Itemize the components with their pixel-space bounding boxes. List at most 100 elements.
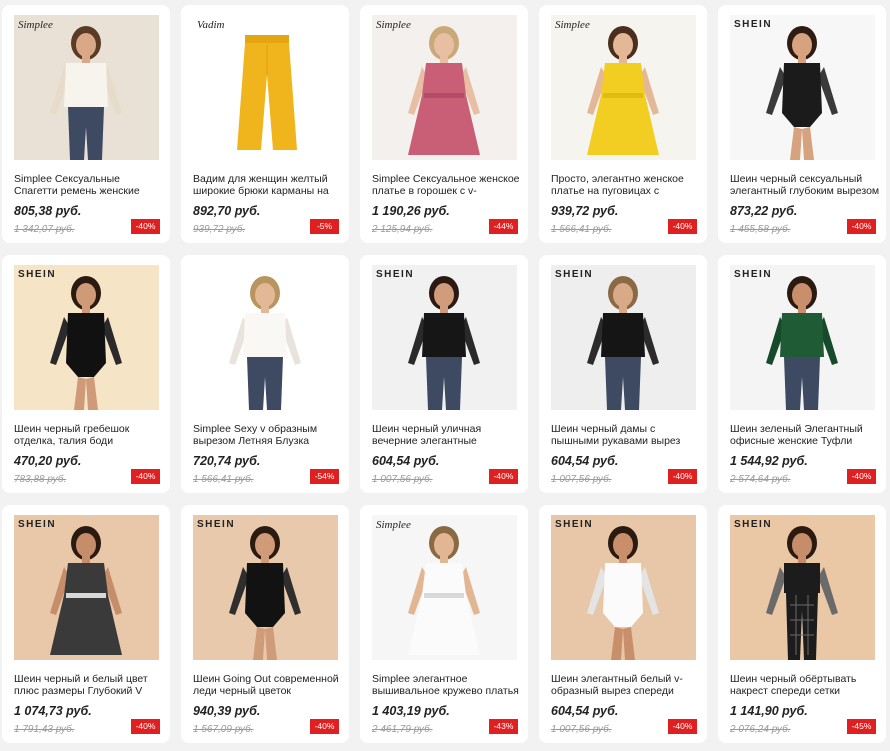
product-card[interactable]: SHEIN Шеин элегантный белый v-образный вы… — [539, 505, 707, 743]
product-image[interactable]: SHEIN — [730, 515, 875, 660]
discount-badge: -40% — [668, 719, 697, 734]
old-price: 1 007,56 руб. — [372, 474, 433, 485]
product-price: 1 544,92 руб. — [730, 454, 808, 468]
old-price: 783,88 руб. — [14, 474, 67, 485]
product-image[interactable]: SHEIN — [730, 265, 875, 410]
product-price: 939,72 руб. — [551, 204, 619, 218]
product-card[interactable]: Vadim Вадим для женщин желтый широкие брю… — [181, 5, 349, 243]
brand-logo: SHEIN — [555, 269, 594, 280]
product-card[interactable]: Simplee Simplee элегантное вышивальное кр… — [360, 505, 528, 743]
product-title[interactable]: Шеин черный уличная вечерние элегантные — [372, 423, 522, 447]
product-card[interactable]: SHEIN Шеин черный гребешок отделка, талия… — [2, 255, 170, 493]
product-image[interactable]: SHEIN — [193, 515, 338, 660]
brand-logo: Simplee — [555, 19, 590, 31]
old-price: 2 125,94 руб. — [372, 224, 433, 235]
discount-badge: -40% — [131, 469, 160, 484]
product-image[interactable]: SHEIN — [14, 515, 159, 660]
old-price: 2 461,79 руб. — [372, 724, 433, 735]
product-title[interactable]: Шеин Going Out современной леди черный ц… — [193, 673, 343, 697]
old-price: 1 791,43 руб. — [14, 724, 75, 735]
discount-badge: -5% — [310, 219, 339, 234]
brand-logo: SHEIN — [18, 269, 57, 280]
brand-logo: SHEIN — [555, 519, 594, 530]
old-price: 2 574,64 руб. — [730, 474, 791, 485]
product-card[interactable]: SHEIN Шеин черный уличная вечерние элеган… — [360, 255, 528, 493]
product-title[interactable]: Simplee Сексуальное женское платье в гор… — [372, 173, 522, 197]
product-card[interactable]: SHEIN Шеин черный обёртывать накрест спер… — [718, 505, 886, 743]
product-image[interactable]: SHEIN — [14, 265, 159, 410]
product-title[interactable]: Simplee элегантное вышивальное кружево п… — [372, 673, 522, 697]
product-price: 604,54 руб. — [551, 704, 619, 718]
discount-badge: -54% — [310, 469, 339, 484]
product-title[interactable]: Шеин черный гребешок отделка, талия боди — [14, 423, 164, 447]
old-price: 1 007,56 руб. — [551, 474, 612, 485]
brand-logo: SHEIN — [376, 269, 415, 280]
product-card[interactable]: SHEIN Шеин черный и белый цвет плюс разме… — [2, 505, 170, 743]
product-price: 604,54 руб. — [551, 454, 619, 468]
product-image[interactable]: SHEIN — [551, 515, 696, 660]
product-price: 1 074,73 руб. — [14, 704, 92, 718]
product-image[interactable]: Vadim — [193, 15, 338, 160]
product-title[interactable]: Шеин черный обёртывать накрест спереди с… — [730, 673, 880, 697]
product-price: 720,74 руб. — [193, 454, 261, 468]
discount-badge: -43% — [489, 719, 518, 734]
old-price: 1 567,09 руб. — [193, 724, 254, 735]
product-title[interactable]: Simplee Sexy v образным вырезом Летняя Б… — [193, 423, 343, 447]
discount-badge: -40% — [847, 469, 876, 484]
old-price: 2 076,24 руб. — [730, 724, 791, 735]
brand-logo: SHEIN — [734, 269, 773, 280]
product-image[interactable]: Simplee — [551, 15, 696, 160]
product-card[interactable]: Simplee Просто, элегантно женское платье … — [539, 5, 707, 243]
discount-badge: -40% — [310, 719, 339, 734]
brand-logo: Simplee — [376, 19, 411, 31]
product-title[interactable]: Шеин черный и белый цвет плюс размеры Гл… — [14, 673, 164, 697]
product-image[interactable]: SHEIN — [372, 265, 517, 410]
brand-logo: SHEIN — [197, 519, 236, 530]
discount-badge: -40% — [668, 469, 697, 484]
product-card[interactable]: SHEIN Шеин Going Out современной леди чер… — [181, 505, 349, 743]
product-card[interactable]: Simplee Sexy v образным вырезом Летняя Б… — [181, 255, 349, 493]
product-card[interactable]: Simplee Simplee Сексуальное женское плать… — [360, 5, 528, 243]
product-title[interactable]: Вадим для женщин желтый широкие брюки ка… — [193, 173, 343, 197]
old-price: 1 566,41 руб. — [551, 224, 612, 235]
product-price: 892,70 руб. — [193, 204, 261, 218]
product-image[interactable] — [193, 265, 338, 410]
product-title[interactable]: Simplee Сексуальные Спагетти ремень женс… — [14, 173, 164, 197]
brand-logo: SHEIN — [18, 519, 57, 530]
product-title[interactable]: Шеин черный сексуальный элегантный глубо… — [730, 173, 880, 197]
brand-logo: Simplee — [18, 19, 53, 31]
discount-badge: -44% — [489, 219, 518, 234]
product-card[interactable]: SHEIN Шеин черный сексуальный элегантный … — [718, 5, 886, 243]
discount-badge: -45% — [847, 719, 876, 734]
product-price: 873,22 руб. — [730, 204, 798, 218]
product-card[interactable]: Simplee Simplee Сексуальные Спагетти реме… — [2, 5, 170, 243]
old-price: 1 566,41 руб. — [193, 474, 254, 485]
product-image[interactable]: SHEIN — [551, 265, 696, 410]
discount-badge: -40% — [668, 219, 697, 234]
product-price: 1 141,90 руб. — [730, 704, 808, 718]
discount-badge: -40% — [847, 219, 876, 234]
old-price: 939,72 руб. — [193, 224, 246, 235]
product-price: 470,20 руб. — [14, 454, 82, 468]
product-price: 1 190,26 руб. — [372, 204, 450, 218]
product-image[interactable]: SHEIN — [730, 15, 875, 160]
product-title[interactable]: Шеин зеленый Элегантный офисные женские … — [730, 423, 880, 447]
product-card[interactable]: SHEIN Шеин зеленый Элегантный офисные жен… — [718, 255, 886, 493]
product-card[interactable]: SHEIN Шеин черный дамы с пышными рукавами… — [539, 255, 707, 493]
product-price: 805,38 руб. — [14, 204, 82, 218]
discount-badge: -40% — [131, 219, 160, 234]
brand-logo: SHEIN — [734, 19, 773, 30]
discount-badge: -40% — [131, 719, 160, 734]
old-price: 1 455,58 руб. — [730, 224, 791, 235]
product-price: 940,39 руб. — [193, 704, 261, 718]
product-image[interactable]: Simplee — [372, 15, 517, 160]
product-title[interactable]: Просто, элегантно женское платье на пуго… — [551, 173, 701, 197]
brand-logo: SHEIN — [734, 519, 773, 530]
old-price: 1 007,56 руб. — [551, 724, 612, 735]
old-price: 1 342,07 руб. — [14, 224, 75, 235]
product-title[interactable]: Шеин элегантный белый v-образный вырез с… — [551, 673, 701, 697]
product-image[interactable]: Simplee — [14, 15, 159, 160]
product-title[interactable]: Шеин черный дамы с пышными рукавами выре… — [551, 423, 701, 447]
product-image[interactable]: Simplee — [372, 515, 517, 660]
brand-logo: Vadim — [197, 19, 225, 31]
